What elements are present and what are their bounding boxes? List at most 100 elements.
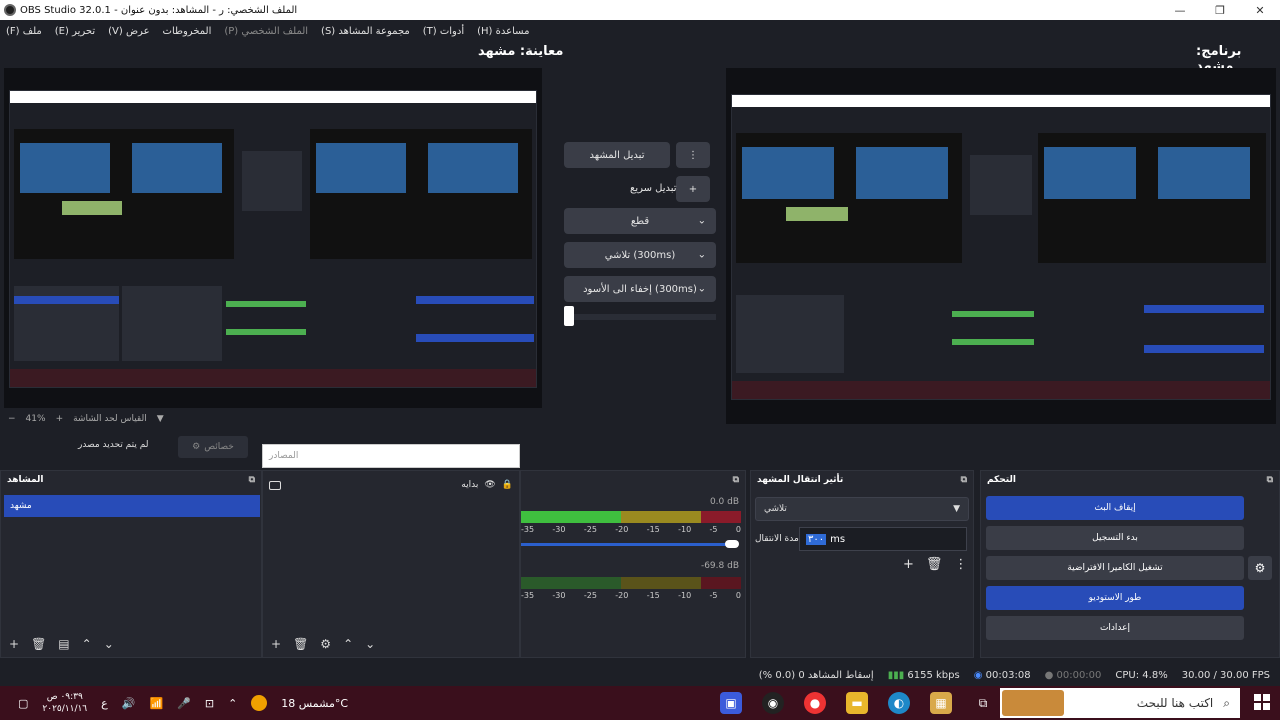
preview-canvas[interactable] [4,68,542,408]
status-bar: إسقاط المشاهد 0 (0.0 %) ▮▮▮ 6155 kbps ◉ … [0,664,1280,686]
trash-icon[interactable]: 🗑 [31,637,46,651]
store-icon[interactable]: ▦ [930,692,952,714]
menu-edit[interactable]: (E) تحرير [55,26,95,37]
close-button[interactable]: ✕ [1240,0,1280,20]
wifi-icon[interactable]: 📶 [149,697,163,710]
trash-icon[interactable]: 🗑 [926,557,943,572]
transition-select[interactable]: تلاشي ▼ [755,497,969,521]
add-transition-button[interactable]: + [903,557,914,572]
zoom-in-button[interactable]: + [56,414,64,424]
move-up-icon[interactable]: ⌃ [82,637,92,651]
dock-popout-icon[interactable]: ⧉ [733,475,739,485]
menu-docks[interactable]: المخروطات [163,26,212,37]
chrome-icon[interactable]: ● [804,692,826,714]
mixer-scale-tick: -10 [678,591,692,600]
trash-icon[interactable]: 🗑 [293,637,308,651]
track1-db: 0.0 dB [709,497,739,507]
notification-icon[interactable]: ▢ [18,697,28,710]
start-virtual-camera-button[interactable]: تشغيل الكاميرا الافتراضية [986,556,1244,580]
microphone-icon[interactable]: 🎤 [177,697,191,710]
weather-sun-icon [251,695,268,711]
minimize-button[interactable]: — [1160,0,1200,20]
zoom-fit-label[interactable]: القياس لحد الشاشة [73,414,147,424]
preview-label: معاينة: مشهد [478,44,564,59]
track1-meter [521,511,741,523]
sources-search-input[interactable]: المصادر [262,444,520,468]
app-icon[interactable]: ▣ [720,692,742,714]
fps-readout: 30.00 / 30.00 FPS [1181,669,1270,681]
mixer-scale-tick: -5 [709,525,718,534]
edge-icon[interactable]: ◐ [888,692,910,714]
filter-icon[interactable]: ▤ [58,637,69,651]
quick-transition-cut[interactable]: قطع ⌄ [564,208,716,234]
quick-transition-fade[interactable]: تلاشي (300ms) ⌄ [564,242,716,268]
sources-toolbar: + 🗑 ⚙ ⌃ ⌄ [263,631,519,657]
caret-down-icon: ▼ [953,504,960,514]
start-recording-button[interactable]: بدء التسجيل [986,526,1244,550]
taskbar-search-box[interactable]: اكتب هنا للبحث ⌕ [1000,688,1240,718]
bitrate: 6155 kbps [907,669,960,681]
program-capture-image [731,94,1271,400]
windows-start-icon[interactable] [1254,694,1270,710]
scene-list-item[interactable]: مشهد [4,495,260,517]
weather-text[interactable]: مشمس 18°C [281,697,348,710]
eye-icon[interactable]: 👁 [484,480,495,490]
zoom-dropdown-caret[interactable]: ▼ [157,414,164,424]
transition-menu-button[interactable]: ⋮ [676,142,710,168]
quick-transition-fade-black[interactable]: إخفاء الى الأسود (300ms) ⌄ [564,276,716,302]
search-highlight-image [1002,690,1064,716]
switch-scene-button[interactable]: تبديل المشهد [564,142,670,168]
mixer-scale-tick: -15 [646,525,660,534]
mixer-scale-tick: -25 [583,591,597,600]
add-source-button[interactable]: + [271,637,281,651]
dock-popout-icon[interactable]: ⧉ [249,475,255,485]
mixer-scale-tick: -15 [646,591,660,600]
track2-scale: -35 -30 -25 -20 -15 -10 -5 0 [521,591,741,600]
menu-help[interactable]: (H) مساعدة [477,26,529,37]
task-view-icon[interactable]: ⧉ [972,692,994,714]
more-vertical-icon[interactable]: ⋮ [954,557,967,572]
gear-icon: ⚙ [192,442,201,452]
obs-icon[interactable]: ◉ [762,692,784,714]
move-down-icon[interactable]: ⌄ [104,637,114,651]
system-clock[interactable]: ٠٩:٣٩ ص ٢٠٢٥/١١/١٦ [42,691,87,715]
mixer-scale-tick: -35 [521,525,535,534]
dock-popout-icon[interactable]: ⧉ [1267,475,1273,485]
lock-icon[interactable]: 🔒 [502,480,513,490]
t-bar-handle[interactable] [564,306,574,326]
studio-mode-button[interactable]: طور الاستوديو [986,586,1244,610]
menu-profile[interactable]: (P) الملف الشخصي [224,26,308,37]
move-down-icon[interactable]: ⌄ [365,637,375,651]
settings-button[interactable]: إعدادات [986,616,1244,640]
stop-streaming-button[interactable]: إيقاف البث [986,496,1244,520]
menu-tools[interactable]: (T) أدوات [423,26,464,37]
track1-volume-knob[interactable] [725,540,739,548]
properties-button[interactable]: ⚙ خصائص [178,436,248,458]
volume-icon[interactable]: 🔊 [122,697,136,710]
stream-icon: ◉ [973,669,983,681]
controls-title: التحكم [987,475,1016,485]
menu-view[interactable]: (V) عرض [108,26,149,37]
maximize-button[interactable]: ❐ [1200,0,1240,20]
zoom-out-button[interactable]: − [8,414,16,424]
input-language[interactable]: ع [101,697,108,710]
signal-bars-icon: ▮▮▮ [887,669,905,681]
folder-icon[interactable]: ▬ [846,692,868,714]
dock-popout-icon[interactable]: ⧉ [961,475,967,485]
track2-db: -69.8 dB [700,561,739,571]
move-up-icon[interactable]: ⌃ [343,637,353,651]
duration-spinbox[interactable]: ٣٠٠ ms [799,527,967,551]
mixer-scale-tick: -25 [583,525,597,534]
menu-file[interactable]: (F) ملف [6,26,42,37]
gear-icon[interactable]: ⚙ [320,637,331,651]
source-list-item[interactable]: بدايه 👁 🔒 [269,477,513,493]
menu-scene-collection[interactable]: (S) مجموعة المشاهد [321,26,410,37]
device-icon[interactable]: ⊡ [205,697,214,710]
add-quick-transition-button[interactable]: + [676,176,710,202]
add-scene-button[interactable]: + [9,637,19,651]
t-bar-track[interactable] [564,314,716,320]
track1-volume-slider[interactable] [521,543,727,546]
chevron-up-icon[interactable]: ⌃ [228,697,237,710]
virtual-camera-settings-button[interactable]: ⚙ [1248,556,1272,580]
scenes-dock: المشاهد ⧉ مشهد + 🗑 ▤ ⌃ ⌄ [0,470,262,658]
